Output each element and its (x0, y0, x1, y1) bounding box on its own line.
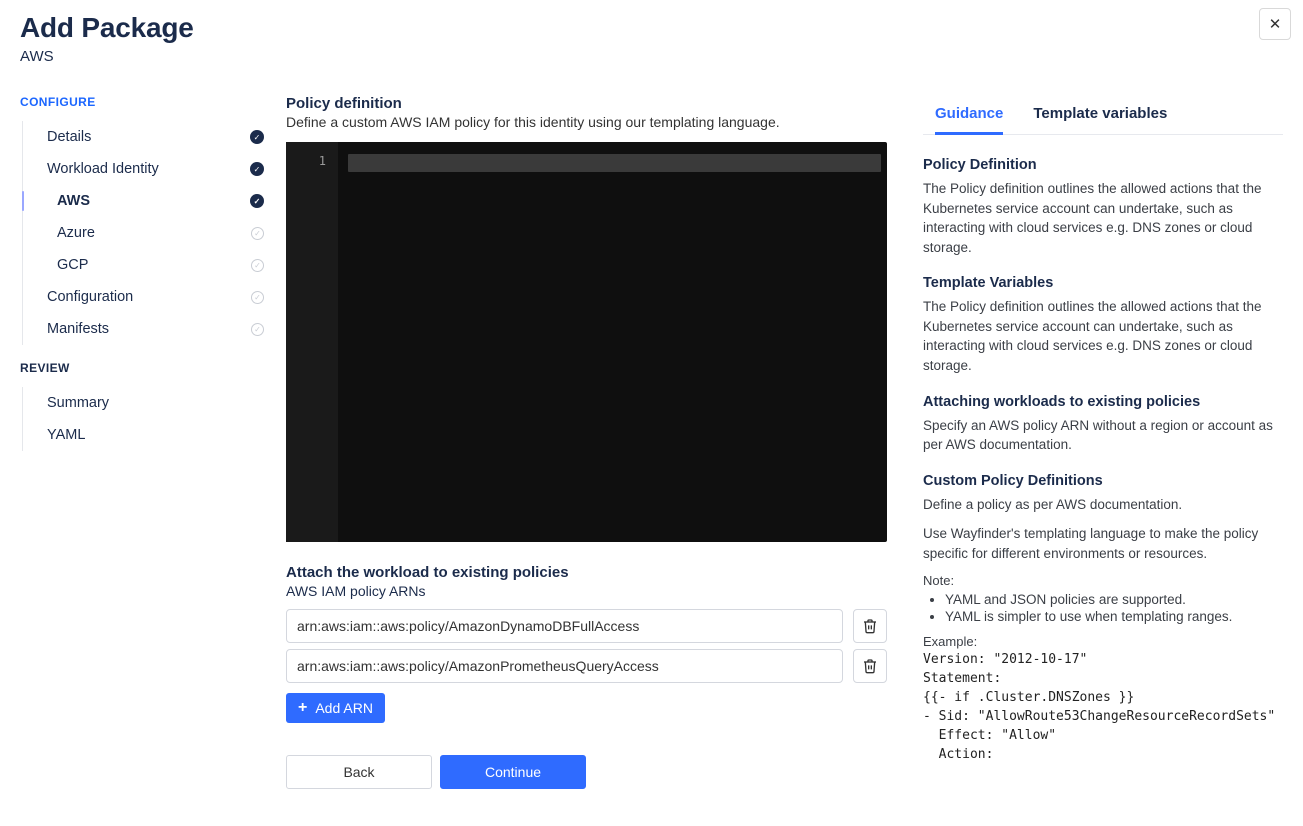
code-gutter: 1 (286, 142, 338, 542)
policy-definition-title: Policy definition (286, 95, 887, 112)
sidebar-item-label: Configuration (47, 289, 133, 305)
sidebar-item-label: GCP (57, 257, 88, 273)
guide-text: The Policy definition outlines the allow… (923, 179, 1283, 257)
guide-text: Specify an AWS policy ARN without a regi… (923, 416, 1283, 455)
trash-icon (862, 658, 878, 674)
close-button[interactable]: ✕ (1259, 8, 1291, 40)
check-icon: ✓ (250, 194, 264, 208)
sidebar-item-workload-identity[interactable]: Workload Identity ✓ (23, 153, 270, 185)
policy-code-editor[interactable]: 1 (286, 142, 887, 542)
sidebar-item-yaml[interactable]: YAML (23, 419, 270, 451)
attach-title: Attach the workload to existing policies (286, 564, 887, 581)
main-content: Policy definition Define a custom AWS IA… (286, 95, 907, 789)
tab-template-variables[interactable]: Template variables (1033, 95, 1167, 134)
add-arn-button[interactable]: + Add ARN (286, 693, 385, 723)
tab-guidance[interactable]: Guidance (935, 95, 1003, 134)
sidebar-item-azure[interactable]: Azure ✓ (23, 217, 270, 249)
attach-desc: AWS IAM policy ARNs (286, 583, 887, 599)
page-title: Add Package (20, 12, 1283, 44)
page-subtitle: AWS (20, 48, 1283, 65)
sidebar-item-label: Details (47, 129, 91, 145)
back-button[interactable]: Back (286, 755, 432, 789)
guidance-panel: Guidance Template variables Policy Defin… (923, 95, 1283, 789)
guide-text: The Policy definition outlines the allow… (923, 297, 1283, 375)
plus-icon: + (298, 700, 307, 716)
sidebar-item-manifests[interactable]: Manifests ✓ (23, 313, 270, 345)
sidebar-section-review: REVIEW (20, 361, 270, 375)
pending-icon: ✓ (251, 291, 264, 304)
guide-note-item: YAML and JSON policies are supported. (945, 592, 1283, 607)
policy-definition-desc: Define a custom AWS IAM policy for this … (286, 114, 887, 130)
guide-text: Use Wayfinder's templating language to m… (923, 524, 1283, 563)
sidebar-item-label: Summary (47, 395, 109, 411)
code-cursor-line (348, 154, 881, 172)
guide-heading-template-variables: Template Variables (923, 275, 1283, 291)
sidebar-item-label: Manifests (47, 321, 109, 337)
delete-arn-button[interactable] (853, 609, 887, 643)
pending-icon: ✓ (251, 227, 264, 240)
code-line-number: 1 (286, 154, 326, 168)
sidebar-item-configuration[interactable]: Configuration ✓ (23, 281, 270, 313)
delete-arn-button[interactable] (853, 649, 887, 683)
sidebar-item-gcp[interactable]: GCP ✓ (23, 249, 270, 281)
sidebar-item-details[interactable]: Details ✓ (23, 121, 270, 153)
guide-example-code: Version: "2012-10-17" Statement: {{- if … (923, 651, 1283, 764)
sidebar-section-configure: CONFIGURE (20, 95, 270, 109)
trash-icon (862, 618, 878, 634)
sidebar-item-label: AWS (57, 193, 90, 209)
guide-example-label: Example: (923, 634, 1283, 649)
sidebar-item-aws[interactable]: AWS ✓ (23, 185, 270, 217)
continue-button[interactable]: Continue (440, 755, 586, 789)
close-icon: ✕ (1269, 15, 1282, 33)
tabs: Guidance Template variables (923, 95, 1283, 135)
sidebar-item-label: Workload Identity (47, 161, 159, 177)
guide-text: Define a policy as per AWS documentation… (923, 495, 1283, 515)
sidebar-item-label: Azure (57, 225, 95, 241)
guide-heading-attaching: Attaching workloads to existing policies (923, 394, 1283, 410)
sidebar-item-label: YAML (47, 427, 85, 443)
pending-icon: ✓ (251, 259, 264, 272)
check-icon: ✓ (250, 130, 264, 144)
sidebar: CONFIGURE Details ✓ Workload Identity ✓ … (20, 95, 270, 789)
check-icon: ✓ (250, 162, 264, 176)
guide-heading-custom-policy: Custom Policy Definitions (923, 473, 1283, 489)
guide-note-item: YAML is simpler to use when templating r… (945, 609, 1283, 624)
guide-note-list: YAML and JSON policies are supported. YA… (945, 592, 1283, 624)
sidebar-item-summary[interactable]: Summary (23, 387, 270, 419)
guide-heading-policy-definition: Policy Definition (923, 157, 1283, 173)
arn-input[interactable] (286, 649, 843, 683)
guide-note-label: Note: (923, 573, 1283, 588)
pending-icon: ✓ (251, 323, 264, 336)
arn-input[interactable] (286, 609, 843, 643)
add-arn-label: Add ARN (315, 700, 373, 716)
